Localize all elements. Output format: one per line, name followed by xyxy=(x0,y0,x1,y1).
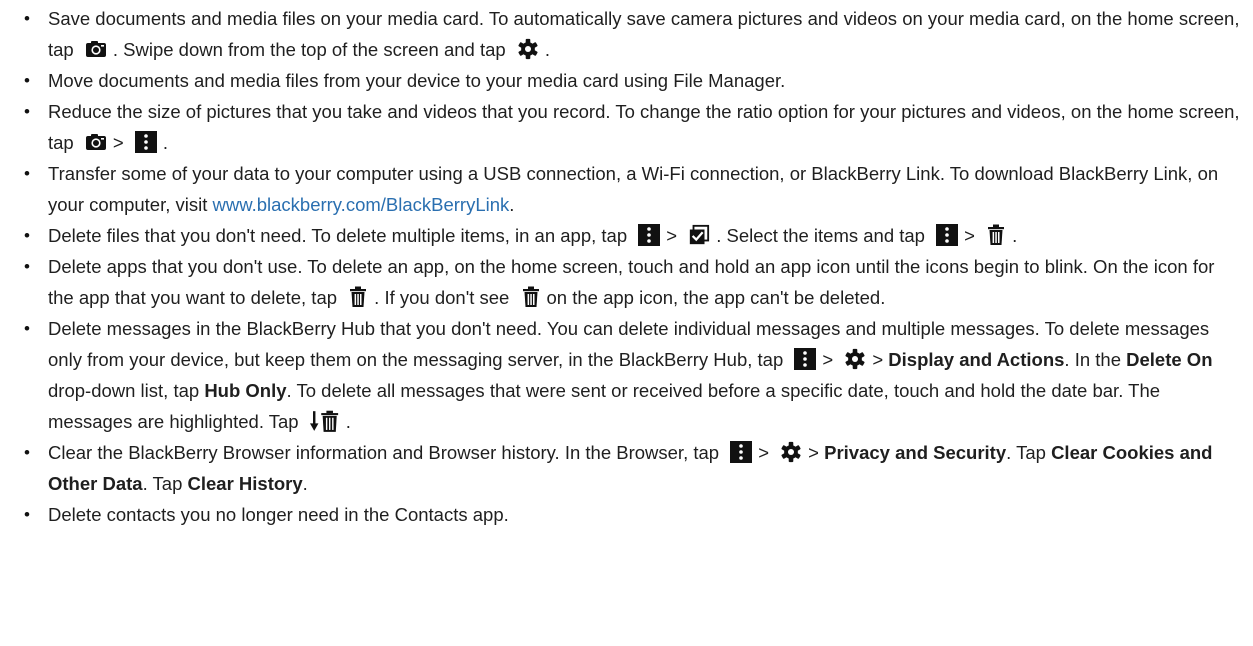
gear-icon xyxy=(780,441,802,463)
bullet: • xyxy=(24,71,30,90)
item-text: . Tap xyxy=(142,473,183,494)
select-items-icon xyxy=(688,224,710,246)
item-text: . xyxy=(345,411,351,432)
gt-separator: > xyxy=(822,349,834,370)
blackberry-link-url[interactable]: www.blackberry.com/BlackBerryLink xyxy=(213,194,510,215)
gt-separator: > xyxy=(112,132,124,153)
item-text: Clear the BlackBerry Browser information… xyxy=(48,442,720,463)
tips-list: • Save documents and media files on your… xyxy=(0,0,1253,530)
item-text: Delete files that you don't need. To del… xyxy=(48,225,628,246)
bold-term: Delete On xyxy=(1126,349,1213,370)
more-menu-icon xyxy=(730,441,752,463)
delete-prior-icon xyxy=(310,410,340,433)
list-item: • Delete messages in the BlackBerry Hub … xyxy=(24,313,1243,437)
bullet: • xyxy=(24,226,30,245)
item-text: . Select the items and tap xyxy=(716,225,925,246)
camera-icon xyxy=(85,133,107,151)
trash-icon xyxy=(348,286,368,308)
list-item: • Delete apps that you don't use. To del… xyxy=(24,251,1243,313)
gear-icon xyxy=(844,348,866,370)
item-text: . Swipe down from the top of the screen … xyxy=(112,39,506,60)
item-text: Move documents and media files from your… xyxy=(48,70,786,91)
more-menu-icon xyxy=(794,348,816,370)
list-item: • Move documents and media files from yo… xyxy=(24,65,1243,96)
more-menu-icon xyxy=(936,224,958,246)
item-text: . xyxy=(1012,225,1018,246)
gt-separator: > xyxy=(758,442,770,463)
bullet: • xyxy=(24,319,30,338)
bullet: • xyxy=(24,443,30,462)
bold-term: Clear History xyxy=(187,473,303,494)
list-item: • Transfer some of your data to your com… xyxy=(24,158,1243,220)
list-item: • Clear the BlackBerry Browser informati… xyxy=(24,437,1243,499)
trash-icon xyxy=(521,286,541,308)
bullet: • xyxy=(24,257,30,276)
more-menu-icon xyxy=(638,224,660,246)
list-item: • Save documents and media files on your… xyxy=(24,3,1243,65)
item-text: drop-down list, tap xyxy=(48,380,200,401)
item-text: . xyxy=(162,132,168,153)
item-text: . xyxy=(544,39,550,60)
list-item: • Reduce the size of pictures that you t… xyxy=(24,96,1243,158)
item-text: . xyxy=(302,473,308,494)
bullet: • xyxy=(24,9,30,28)
bold-term: Privacy and Security xyxy=(824,442,1007,463)
item-text: . xyxy=(509,194,515,215)
gear-icon xyxy=(517,38,539,60)
gt-separator: > xyxy=(808,442,819,463)
list-item: • Delete contacts you no longer need in … xyxy=(24,499,1243,530)
list-item: • Delete files that you don't need. To d… xyxy=(24,220,1243,251)
bullet: • xyxy=(24,505,30,524)
camera-icon xyxy=(85,40,107,58)
gt-separator: > xyxy=(964,225,975,246)
item-text: . Tap xyxy=(1006,442,1046,463)
bullet: • xyxy=(24,102,30,121)
item-text: on the app icon, the app can't be delete… xyxy=(546,287,886,308)
item-text: Delete contacts you no longer need in th… xyxy=(48,504,509,525)
item-text: Reduce the size of pictures that you tak… xyxy=(48,101,1240,153)
bold-term: Hub Only xyxy=(204,380,287,401)
item-text: . If you don't see xyxy=(374,287,510,308)
more-menu-icon xyxy=(135,131,157,153)
gt-separator: > xyxy=(666,225,678,246)
gt-separator: > xyxy=(872,349,884,370)
bullet: • xyxy=(24,164,30,183)
trash-icon xyxy=(986,224,1006,246)
item-text: . In the xyxy=(1064,349,1121,370)
bold-term: Display and Actions xyxy=(888,349,1065,370)
